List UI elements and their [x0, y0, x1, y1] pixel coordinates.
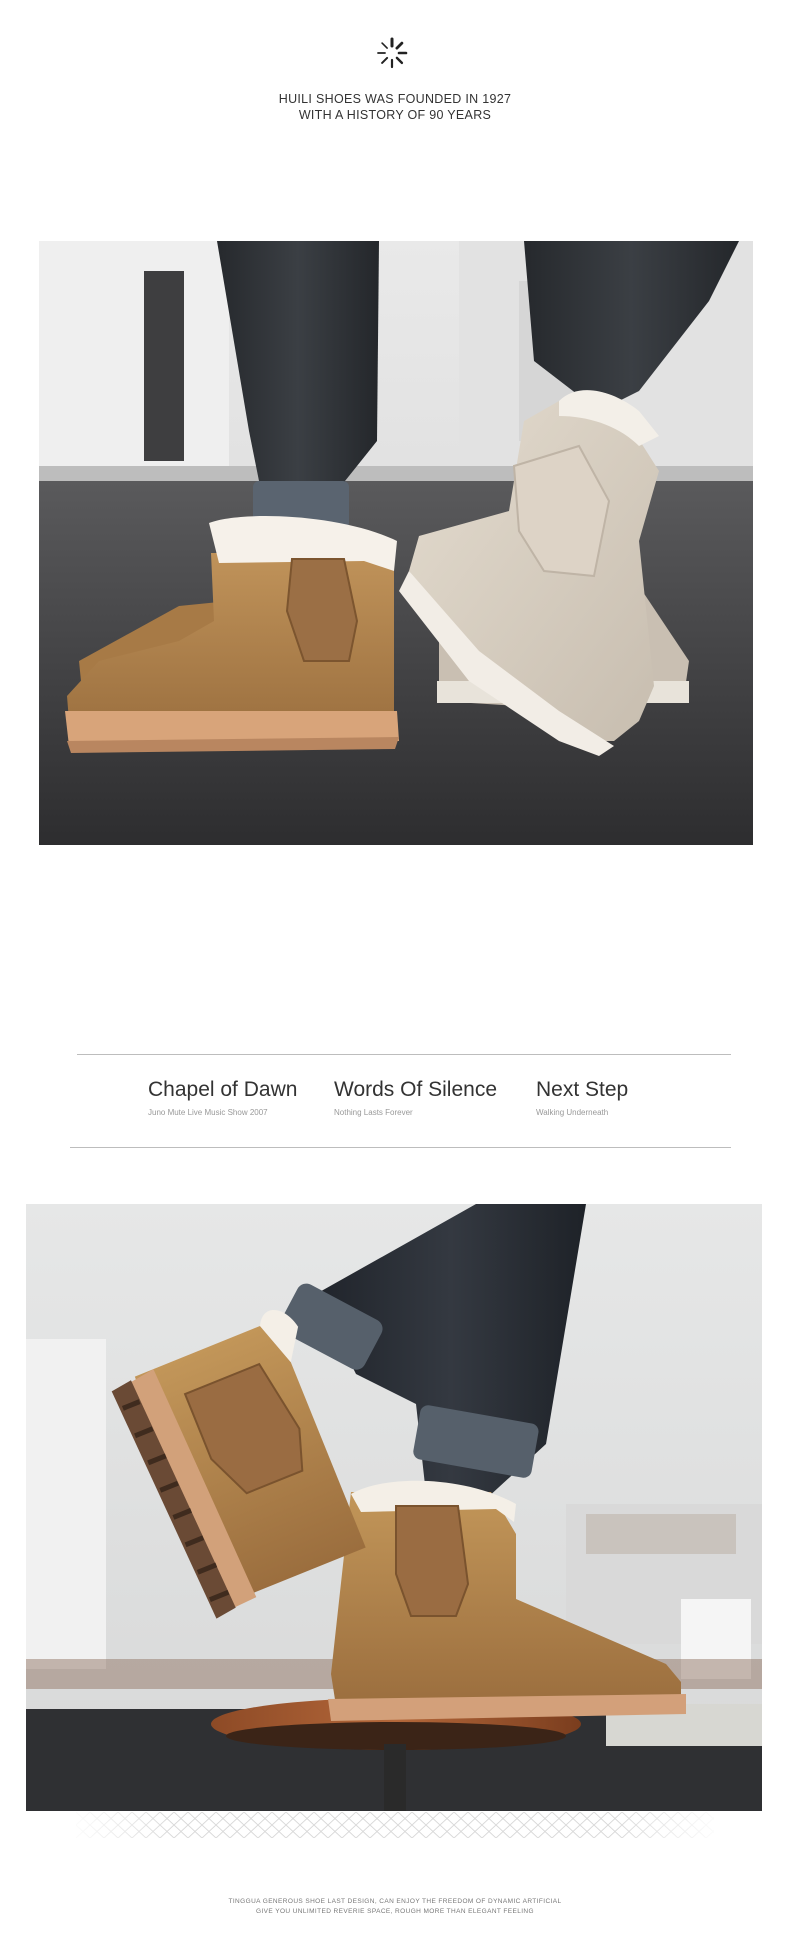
footer-tagline-2: GIVE YOU UNLIMITED REVERIE SPACE, ROUGH … — [256, 1908, 534, 1915]
series-item-next-step: Next Step Walking Underneath — [536, 1078, 628, 1117]
divider-bottom — [70, 1147, 731, 1148]
loading-spinner-icon — [377, 37, 408, 69]
product-photo-stool — [26, 1204, 762, 1811]
series-item-words-of-silence: Words Of Silence Nothing Lasts Forever — [334, 1078, 497, 1117]
series-subtitle: Walking Underneath — [536, 1108, 609, 1117]
series-item-chapel-of-dawn: Chapel of Dawn Juno Mute Live Music Show… — [148, 1078, 297, 1117]
series-subtitle: Juno Mute Live Music Show 2007 — [148, 1108, 268, 1117]
brand-history-line-2: WITH A HISTORY OF 90 YEARS — [298, 108, 492, 122]
footer-tagline-1: TINGGUA GENEROUS SHOE LAST DESIGN, CAN E… — [228, 1898, 562, 1905]
lattice-pattern-decoration — [76, 1812, 714, 1838]
divider-top — [77, 1054, 731, 1055]
series-subtitle: Nothing Lasts Forever — [334, 1108, 413, 1117]
series-title: Words Of Silence — [334, 1078, 498, 1101]
series-title: Chapel of Dawn — [148, 1078, 298, 1101]
series-title: Next Step — [536, 1078, 629, 1101]
product-photo-couple — [39, 241, 753, 845]
brand-history-line-1: HUILI SHOES WAS FOUNDED IN 1927 — [278, 92, 512, 106]
